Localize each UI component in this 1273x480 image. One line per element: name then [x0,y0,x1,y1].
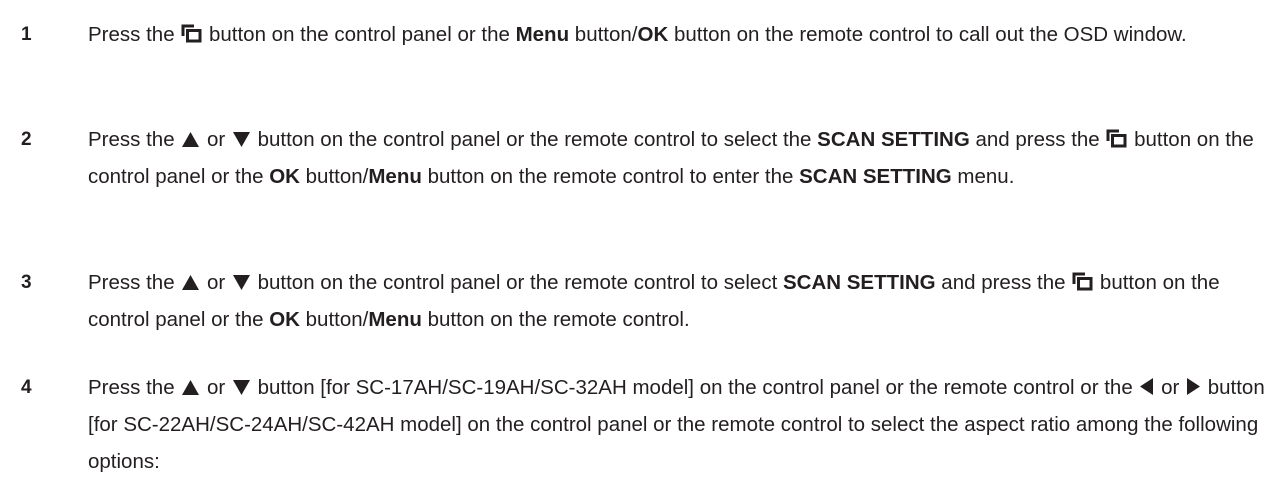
text-run: button [for SC-17AH/SC-19AH/SC-32AH mode… [251,376,1139,399]
down-arrow-icon [232,274,251,291]
step-number: 3 [21,272,32,293]
bold-term: SCAN SETTING [782,271,936,294]
down-arrow-icon [232,379,251,396]
text-run: and press the [969,128,1106,151]
text-run: menu. [951,165,1015,188]
bold-term: SCAN SETTING [799,165,952,188]
text-run: or [1155,376,1186,399]
down-arrow-icon [232,131,251,148]
text-run: button on the remote control. [421,308,690,331]
text-run: button/ [299,308,369,331]
up-arrow-icon [181,274,200,291]
bold-term: OK [637,23,669,46]
text-run: or [201,271,231,294]
menu-icon [181,24,202,43]
text-run: Press the [88,128,181,151]
text-run: Press the [88,271,181,294]
text-run: button/ [569,23,638,46]
text-run: and press the [935,271,1072,294]
left-arrow-icon [1139,377,1154,396]
step-text: Press the button on the control panel or… [88,16,1268,53]
text-run: button on the control panel or the [203,23,516,46]
text-run: button on the control panel or the remot… [251,128,818,151]
bold-term: SCAN SETTING [817,128,970,151]
step-text: Press the or button on the control panel… [88,121,1268,195]
text-run: button on the remote control to enter th… [421,165,800,188]
menu-icon [1106,129,1127,148]
text-run: or [201,128,231,151]
step-number: 1 [21,24,32,45]
text-run: Press the [88,376,181,399]
step-text: Press the or button [for SC-17AH/SC-19AH… [88,369,1268,480]
bold-term: Menu [368,308,422,331]
text-run: button on the control panel or the remot… [251,271,783,294]
text-run: or [201,376,231,399]
bold-term: Menu [368,165,422,188]
text-run: button/ [299,165,369,188]
step-text: Press the or button on the control panel… [88,264,1268,338]
up-arrow-icon [181,131,200,148]
step-number: 4 [21,377,32,398]
text-run: button on the remote control to call out… [668,23,1187,46]
bold-term: Menu [515,23,570,46]
up-arrow-icon [181,379,200,396]
text-run: Press the [88,23,181,46]
right-arrow-icon [1186,377,1201,396]
bold-term: OK [269,308,300,331]
menu-icon [1072,272,1093,291]
bold-term: OK [269,165,300,188]
step-number: 2 [21,129,32,150]
